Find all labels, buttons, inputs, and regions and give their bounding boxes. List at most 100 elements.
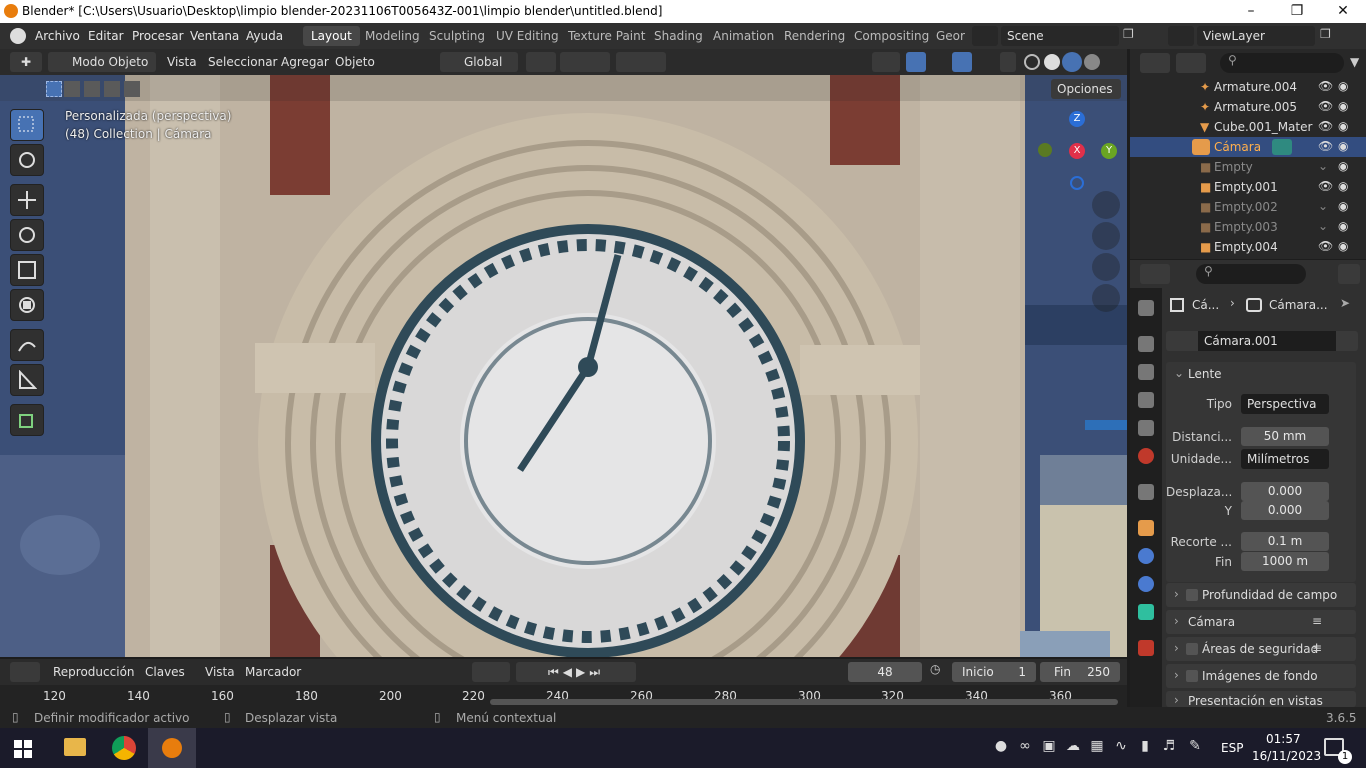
outliner-row[interactable]: ■ Empty.004 👁 ◉ [1130, 237, 1366, 257]
constraints-tab-icon[interactable] [1138, 576, 1154, 592]
menu-seleccionar[interactable]: Seleccionar [208, 52, 277, 72]
autokey-record-icon[interactable] [472, 662, 510, 682]
menu-agregar[interactable]: Agregar [281, 52, 329, 72]
material-shading-icon[interactable] [1062, 52, 1082, 72]
viewport-display-section[interactable]: › Presentación en vistas [1166, 691, 1356, 707]
tipo-dropdown[interactable]: Perspectiva [1241, 394, 1329, 414]
eye-icon[interactable]: 👁 [1318, 119, 1333, 133]
camera-render-icon[interactable]: ◉ [1338, 139, 1348, 153]
tab-geometry[interactable]: Geor [928, 26, 973, 46]
end-frame-field[interactable]: Fin 250 [1040, 662, 1120, 682]
orientation-dropdown[interactable]: Global [440, 52, 518, 72]
eye-closed-icon[interactable]: ⌄ [1318, 219, 1328, 233]
menu-ventana[interactable]: Ventana [190, 29, 239, 43]
gizmo-toggle-icon[interactable] [906, 52, 926, 72]
camera-data-browse-button[interactable] [1166, 331, 1198, 351]
cursor-tool[interactable] [10, 144, 44, 176]
properties-options-button[interactable] [1338, 264, 1360, 284]
depth-of-field-section[interactable]: › Profundidad de campo [1166, 583, 1356, 607]
outliner-row[interactable]: ✦ Armature.004 👁 ◉ [1130, 77, 1366, 97]
scene-selector-button[interactable] [972, 26, 998, 46]
collection-tab-icon[interactable] [1138, 484, 1154, 500]
list-icon[interactable]: ≡ [1312, 641, 1322, 655]
outliner-row[interactable]: ■ Empty.001 👁 ◉ [1130, 177, 1366, 197]
blender-menu-icon[interactable] [10, 28, 26, 44]
windows-start-icon[interactable] [14, 740, 32, 758]
select-subtract-icon[interactable] [84, 81, 100, 97]
annotate-tool[interactable] [10, 329, 44, 361]
timeline-editor-type-button[interactable] [10, 662, 40, 682]
display-mode-button[interactable] [1176, 53, 1206, 73]
transform-tool[interactable] [10, 289, 44, 321]
filter-icon[interactable]: ▼ [1350, 55, 1359, 69]
fake-user-shield-icon[interactable] [1336, 331, 1358, 351]
menu-vista-timeline[interactable]: Vista [205, 662, 235, 682]
add-cube-tool[interactable] [10, 404, 44, 436]
camera-render-icon[interactable]: ◉ [1338, 79, 1348, 93]
pin-icon[interactable]: ➤ [1340, 296, 1350, 310]
new-viewlayer-icon[interactable]: ❐ [1320, 27, 1338, 45]
tool-tab-icon[interactable] [1138, 300, 1154, 316]
select-box-tool[interactable] [10, 109, 44, 141]
mode-dropdown[interactable]: Modo Objeto [48, 52, 156, 72]
clip-end-field[interactable]: 1000 m [1241, 552, 1329, 571]
outliner-row[interactable]: ▼ Cube.001_Mater 👁 ◉ [1130, 117, 1366, 137]
outliner-row[interactable]: ■ Empty.002 ⌄ ◉ [1130, 197, 1366, 217]
move-tool[interactable] [10, 184, 44, 216]
eye-icon[interactable]: 👁 [1318, 79, 1333, 93]
snap-icon[interactable] [560, 52, 610, 72]
physics-tab-icon[interactable] [1138, 548, 1154, 564]
maximize-button[interactable]: ❐ [1274, 0, 1320, 23]
file-explorer-icon[interactable] [64, 738, 86, 756]
editor-type-button[interactable]: ✚ [10, 52, 42, 72]
clock-date[interactable]: 16/11/2023 [1252, 749, 1321, 763]
new-scene-icon[interactable]: ❐ [1123, 27, 1141, 45]
proportional-editing-icon[interactable] [616, 52, 666, 72]
object-tab-icon[interactable] [1138, 520, 1154, 536]
clock-time[interactable]: 01:57 [1266, 732, 1301, 746]
viewlayer-field[interactable]: ViewLayer [1197, 26, 1315, 46]
chrome-icon[interactable] [112, 736, 136, 760]
viewlayer-selector-button[interactable] [1168, 26, 1194, 46]
eye-closed-icon[interactable]: ⌄ [1318, 159, 1328, 173]
camera-section[interactable]: › Cámara ≡ [1166, 610, 1356, 634]
camera-render-icon[interactable]: ◉ [1338, 179, 1348, 193]
camera-render-icon[interactable]: ◉ [1338, 239, 1348, 253]
camera-data-name-field[interactable]: Cámara.001 [1198, 331, 1336, 351]
background-images-checkbox[interactable] [1186, 670, 1198, 682]
outliner-editor-type-button[interactable] [1140, 53, 1170, 73]
camera-view-icon[interactable] [1092, 253, 1120, 281]
select-new-icon[interactable] [46, 81, 62, 97]
link-tray-icon[interactable]: ∞ [1016, 738, 1034, 756]
lente-collapse-icon[interactable]: ⌄ [1174, 366, 1184, 380]
gizmo-neg-z-axis[interactable] [1070, 176, 1084, 190]
tab-animation[interactable]: Animation [705, 26, 782, 46]
timeline-scrollbar[interactable] [490, 699, 1118, 705]
dof-checkbox[interactable] [1186, 589, 1198, 601]
menu-procesar[interactable]: Procesar [132, 29, 184, 43]
background-images-section[interactable]: › Imágenes de fondo [1166, 664, 1356, 688]
tab-texture-paint[interactable]: Texture Paint [560, 26, 653, 46]
tray-app-icon[interactable]: ▦ [1088, 738, 1106, 756]
safe-areas-section[interactable]: › Áreas de seguridad ≡ [1166, 637, 1356, 661]
measure-tool[interactable] [10, 364, 44, 396]
render-tab-icon[interactable] [1138, 336, 1154, 352]
camera-data-tab-icon[interactable] [1138, 604, 1154, 620]
current-frame-field[interactable]: 48 [848, 662, 922, 682]
lente-header[interactable]: Lente [1188, 367, 1222, 381]
pivot-point-icon[interactable] [526, 52, 556, 72]
gizmo-neg-y-axis[interactable] [1038, 143, 1052, 157]
menu-claves[interactable]: Claves [145, 662, 185, 682]
wireframe-shading-icon[interactable] [1024, 54, 1040, 70]
visibility-icon[interactable] [872, 52, 900, 72]
tab-uv-editing[interactable]: UV Editing [488, 26, 567, 46]
clock-icon[interactable]: ◷ [930, 662, 948, 682]
zoom-icon[interactable] [1092, 191, 1120, 219]
monitor-tray-icon[interactable]: ▣ [1040, 738, 1058, 756]
playback-controls[interactable]: ⏮◀▶⏭ [516, 662, 636, 682]
properties-editor-type-button[interactable] [1140, 264, 1170, 284]
language-indicator[interactable]: ESP [1221, 741, 1243, 755]
scene-tab-icon[interactable] [1138, 420, 1154, 436]
gizmo-z-axis[interactable]: Z [1069, 111, 1085, 127]
output-tab-icon[interactable] [1138, 364, 1154, 380]
